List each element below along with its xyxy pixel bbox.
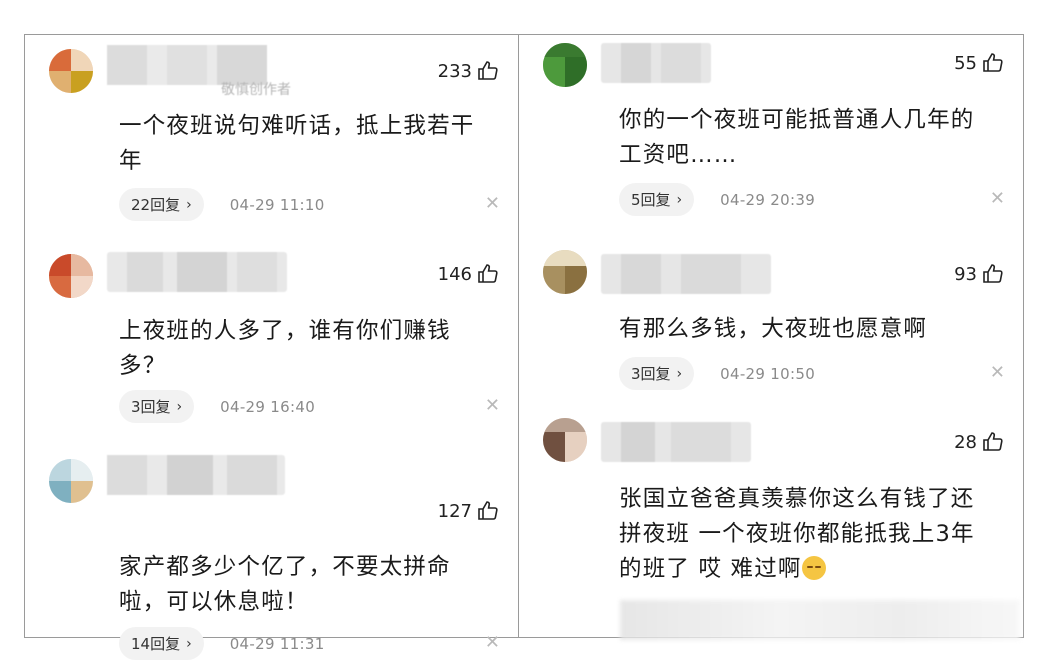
like-count: 127 (437, 500, 472, 522)
comment-meta: 5回复 › 04-29 20:39 (619, 183, 815, 216)
thumbs-up-icon (478, 264, 498, 283)
replies-button[interactable]: 3回复 › (619, 357, 695, 390)
like-count: 93 (954, 263, 977, 285)
like-button[interactable]: 146 (438, 262, 500, 286)
avatar[interactable] (543, 43, 587, 87)
like-button[interactable]: 233 (438, 59, 500, 83)
comment-item: 93 有那么多钱，大夜班也愿意啊 3回复 › 04-29 10:50 ✕ (519, 240, 1023, 410)
thumbs-up-icon (983, 264, 1003, 283)
comment-panel-right: 55 你的一个夜班可能抵普通人几年的 工资吧…… 5回复 › 04-29 20:… (518, 34, 1024, 638)
comment-item: 127 家产都多少个亿了，不要太拼命 啦，可以休息啦！ 14回复 › 04-29… (25, 445, 518, 660)
comment-text: 上夜班的人多了，谁有你们赚钱 多？ (119, 318, 451, 379)
avatar[interactable] (49, 459, 93, 503)
username-blurred[interactable] (601, 43, 711, 83)
chevron-right-icon: › (676, 191, 683, 208)
like-button[interactable]: 127 (438, 499, 500, 523)
comment-meta: 3回复 › 04-29 16:40 (119, 390, 315, 423)
close-icon[interactable]: ✕ (990, 188, 1005, 209)
comment-panel-left: 敬慎创作者 233 一个夜班说句难听话，抵上我若干 年 22回复 › 04-29… (24, 34, 519, 660)
replies-button[interactable]: 22回复 › (119, 188, 204, 221)
replies-button[interactable]: 3回复 › (119, 390, 195, 423)
sad-face-emoji (801, 556, 826, 580)
comment-meta: 3回复 › 04-29 10:50 (619, 357, 815, 390)
username-blurred[interactable] (107, 252, 287, 292)
like-button[interactable]: 28 (954, 430, 1005, 454)
username-blurred[interactable] (601, 422, 751, 462)
like-count: 233 (437, 60, 472, 82)
comment-text: 你的一个夜班可能抵普通人几年的 工资吧…… (619, 107, 975, 168)
comment-text: 家产都多少个亿了，不要太拼命 啦，可以休息啦！ (119, 554, 451, 615)
chevron-right-icon: › (186, 635, 192, 652)
thumbs-up-icon (478, 61, 498, 80)
close-icon[interactable]: ✕ (485, 193, 500, 214)
comment-item: 146 上夜班的人多了，谁有你们赚钱 多？ 3回复 › 04-29 16:40 … (25, 240, 518, 440)
thumbs-up-icon (478, 501, 498, 520)
comment-meta: 14回复 › 04-29 11:31 (119, 627, 325, 660)
avatar[interactable] (49, 254, 93, 298)
close-icon[interactable]: ✕ (990, 362, 1005, 383)
replies-label: 3回复 (131, 398, 171, 416)
like-button[interactable]: 93 (954, 262, 1005, 286)
avatar[interactable] (49, 49, 93, 93)
avatar[interactable] (543, 418, 587, 462)
like-count: 28 (954, 431, 977, 453)
comment-item: 28 张国立爸爸真羡慕你这么有钱了还 拼夜班 一个夜班你都能抵我上3年 的班了 … (519, 410, 1023, 630)
replies-button[interactable]: 5回复 › (619, 183, 695, 216)
chevron-right-icon: › (186, 196, 192, 213)
comment-text: 有那么多钱，大夜班也愿意啊 (619, 316, 928, 342)
timestamp: 04-29 11:10 (229, 195, 325, 214)
like-button[interactable]: 55 (954, 51, 1005, 75)
replies-button[interactable]: 14回复 › (119, 627, 204, 660)
comment-text: 张国立爸爸真羡慕你这么有钱了还 拼夜班 一个夜班你都能抵我上3年 的班了 哎 难… (619, 482, 975, 587)
chevron-right-icon: › (676, 365, 683, 382)
like-count: 146 (437, 263, 472, 285)
timestamp: 04-29 11:31 (229, 634, 325, 653)
replies-label: 14回复 (131, 635, 181, 653)
comment-text: 一个夜班说句难听话，抵上我若干 年 (119, 113, 475, 174)
username-blurred[interactable] (601, 254, 771, 294)
blurred-region (620, 600, 1020, 640)
timestamp: 04-29 20:39 (720, 190, 816, 209)
replies-label: 22回复 (131, 196, 181, 214)
thumbs-up-icon (983, 53, 1003, 72)
user-subtitle: 敬慎创作者 (221, 82, 291, 98)
chevron-right-icon: › (176, 398, 183, 415)
like-count: 55 (954, 52, 977, 74)
comment-text-body: 张国立爸爸真羡慕你这么有钱了还 拼夜班 一个夜班你都能抵我上3年 的班了 哎 难… (619, 486, 975, 582)
username-blurred[interactable] (107, 455, 285, 495)
timestamp: 04-29 10:50 (720, 364, 816, 383)
replies-label: 5回复 (631, 191, 671, 209)
close-icon[interactable]: ✕ (485, 632, 500, 653)
timestamp: 04-29 16:40 (220, 397, 316, 416)
close-icon[interactable]: ✕ (485, 395, 500, 416)
comment-item: 敬慎创作者 233 一个夜班说句难听话，抵上我若干 年 22回复 › 04-29… (25, 35, 518, 225)
comment-meta: 22回复 › 04-29 11:10 (119, 188, 325, 221)
comment-item: 55 你的一个夜班可能抵普通人几年的 工资吧…… 5回复 › 04-29 20:… (519, 35, 1023, 225)
thumbs-up-icon (983, 432, 1003, 451)
replies-label: 3回复 (631, 365, 671, 383)
avatar[interactable] (543, 250, 587, 294)
